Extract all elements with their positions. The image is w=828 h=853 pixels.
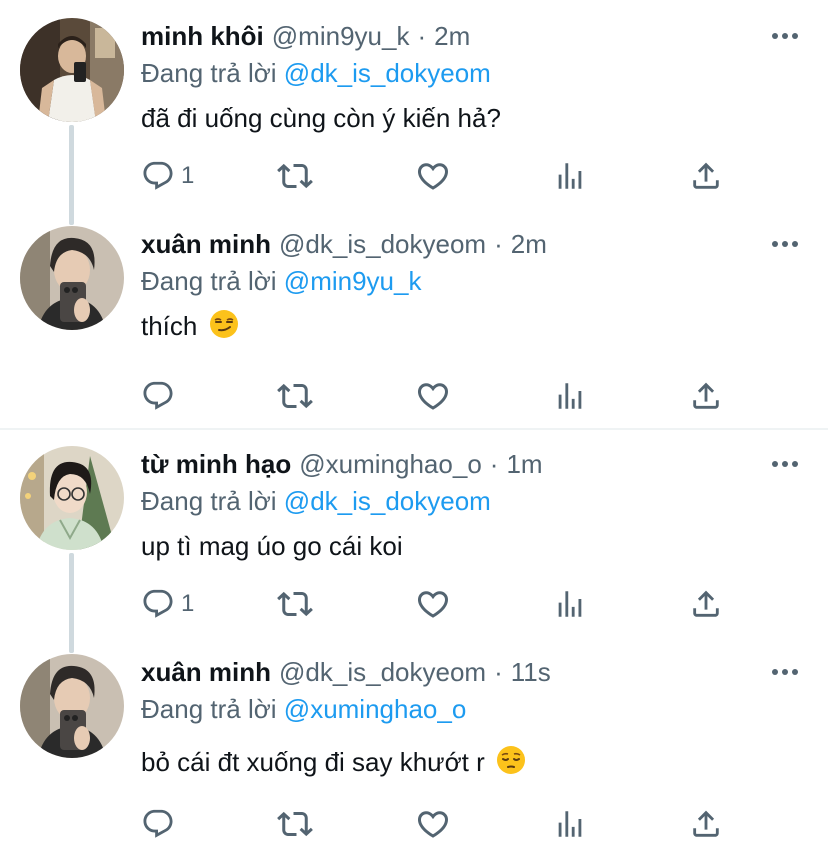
replying-to: Đang trả lời @xuminghao_o [141, 691, 466, 727]
timestamp[interactable]: 11s [511, 654, 551, 690]
retweet-button[interactable] [277, 376, 313, 416]
like-icon [415, 586, 451, 622]
avatar[interactable] [20, 446, 124, 550]
replying-prefix: Đang trả lời [141, 58, 277, 88]
timestamp[interactable]: 1m [506, 446, 542, 482]
views-icon [553, 379, 587, 413]
replying-prefix: Đang trả lời [141, 694, 277, 724]
separator: · [417, 21, 427, 51]
share-icon [689, 807, 723, 841]
separator: · [494, 229, 503, 259]
like-icon [415, 806, 451, 842]
retweet-icon [277, 586, 313, 622]
separator: · [489, 449, 499, 479]
reply-icon [141, 159, 175, 193]
replying-prefix: Đang trả lời [141, 486, 277, 516]
display-name[interactable]: từ minh hạo [141, 446, 291, 482]
retweet-button[interactable] [277, 156, 313, 196]
more-icon[interactable] [772, 26, 798, 46]
display-name[interactable]: xuân minh [141, 654, 271, 690]
reply-count: 1 [181, 590, 195, 617]
share-button[interactable] [689, 804, 723, 844]
like-button[interactable] [415, 804, 451, 844]
views-icon [553, 159, 587, 193]
tweet-text: bỏ cái đt xuống đi say khướt r [141, 747, 485, 777]
replying-to: Đang trả lời @dk_is_dokyeom [141, 483, 491, 519]
timestamp[interactable]: 2m [511, 226, 547, 262]
share-button[interactable] [689, 376, 723, 416]
views-button[interactable] [553, 804, 587, 844]
like-button[interactable] [415, 156, 451, 196]
reply-icon [141, 379, 175, 413]
tweet-header: xuân minh @dk_is_dokyeom · 2m [141, 226, 768, 262]
timestamp[interactable]: 2m [434, 18, 470, 54]
tweet-header: minh khôi @min9yu_k · 2m [141, 18, 768, 54]
tweet[interactable]: xuân minh @dk_is_dokyeom · 2m Đang trả l… [0, 226, 828, 416]
views-icon [553, 807, 587, 841]
avatar[interactable] [20, 226, 124, 330]
reply-button[interactable]: 1 [141, 584, 194, 624]
like-icon [415, 158, 451, 194]
replying-prefix: Đang trả lời [141, 266, 277, 296]
like-icon [415, 378, 451, 414]
views-button[interactable] [553, 376, 587, 416]
share-button[interactable] [689, 156, 723, 196]
reply-button[interactable]: 1 [141, 156, 194, 196]
retweet-icon [277, 158, 313, 194]
mention-link[interactable]: @xuminghao_o [284, 694, 467, 724]
share-button[interactable] [689, 584, 723, 624]
action-bar [141, 376, 741, 416]
like-button[interactable] [415, 584, 451, 624]
reply-button[interactable] [141, 376, 181, 416]
avatar[interactable] [20, 654, 124, 758]
tweet-text-wrap: bỏ cái đt xuống đi say khướt r [141, 744, 526, 780]
reply-button[interactable] [141, 804, 181, 844]
mention-link[interactable]: @dk_is_dokyeom [284, 486, 491, 516]
reply-count: 1 [181, 162, 195, 189]
more-icon[interactable] [772, 662, 798, 682]
user-handle[interactable]: @xuminghao_o [299, 446, 482, 482]
views-button[interactable] [553, 584, 587, 624]
tweet-header: từ minh hạo @xuminghao_o · 1m [141, 446, 768, 482]
like-button[interactable] [415, 376, 451, 416]
reply-icon [141, 807, 175, 841]
more-icon[interactable] [772, 234, 798, 254]
share-icon [689, 587, 723, 621]
tweet-text: up tì mag úo go cái koi [141, 531, 403, 561]
share-icon [689, 159, 723, 193]
retweet-icon [277, 806, 313, 842]
display-name[interactable]: xuân minh [141, 226, 271, 262]
separator: · [494, 657, 503, 687]
smirk-emoji-icon [209, 310, 238, 338]
tweet-text: thích [141, 311, 198, 341]
action-bar [141, 804, 741, 844]
action-bar: 1 [141, 156, 741, 196]
views-icon [553, 587, 587, 621]
replying-to: Đang trả lời @min9yu_k [141, 263, 421, 299]
retweet-button[interactable] [277, 804, 313, 844]
replying-to: Đang trả lời @dk_is_dokyeom [141, 55, 491, 91]
display-name[interactable]: minh khôi [141, 18, 264, 54]
tweet[interactable]: xuân minh @dk_is_dokyeom · 11s Đang trả … [0, 654, 828, 853]
tweet[interactable]: từ minh hạo @xuminghao_o · 1m Đang trả l… [0, 446, 828, 626]
retweet-button[interactable] [277, 584, 313, 624]
conversation-divider [0, 428, 828, 430]
user-handle[interactable]: @dk_is_dokyeom [279, 226, 486, 262]
tweet-text-wrap: thích [141, 308, 239, 344]
retweet-icon [277, 378, 313, 414]
tweet-header: xuân minh @dk_is_dokyeom · 11s [141, 654, 768, 690]
more-icon[interactable] [772, 454, 798, 474]
share-icon [689, 379, 723, 413]
avatar[interactable] [20, 18, 124, 122]
pensive-emoji-icon [496, 746, 525, 774]
reply-icon [141, 587, 175, 621]
user-handle[interactable]: @dk_is_dokyeom [279, 654, 486, 690]
views-button[interactable] [553, 156, 587, 196]
action-bar: 1 [141, 584, 741, 624]
mention-link[interactable]: @dk_is_dokyeom [284, 58, 491, 88]
user-handle[interactable]: @min9yu_k [272, 18, 410, 54]
tweet-text: đã đi uống cùng còn ý kiến hả? [141, 103, 501, 133]
tweet[interactable]: minh khôi @min9yu_k · 2m Đang trả lời @d… [0, 18, 828, 198]
mention-link[interactable]: @min9yu_k [284, 266, 422, 296]
